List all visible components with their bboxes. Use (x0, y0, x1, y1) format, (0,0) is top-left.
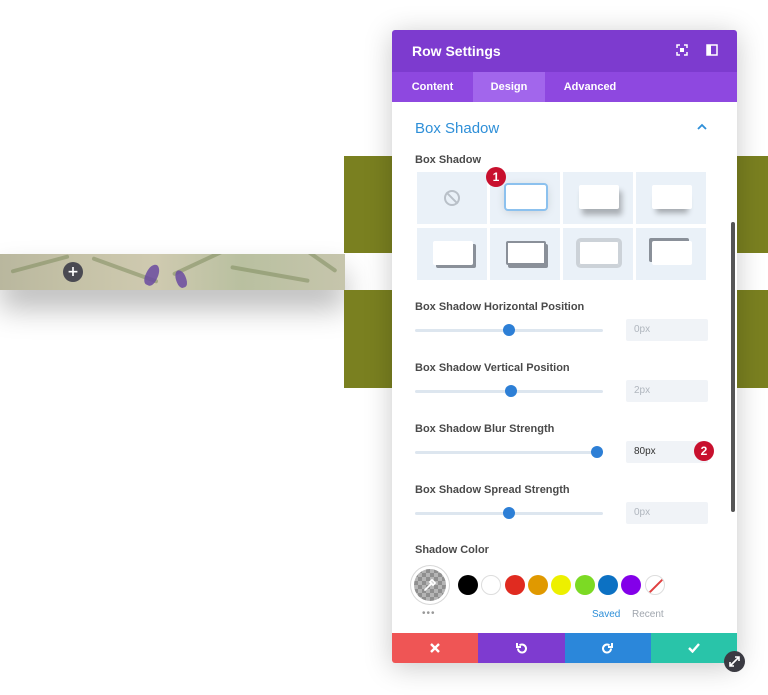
settings-tabs: Content Design Advanced (392, 72, 737, 102)
modal-footer (392, 633, 737, 663)
preset-7[interactable] (636, 228, 706, 280)
none-icon (444, 190, 460, 206)
scrollbar[interactable] (731, 222, 735, 512)
modal-title: Row Settings (412, 43, 501, 59)
recent-colors-tab[interactable]: Recent (632, 609, 664, 620)
color-swatch[interactable] (481, 575, 502, 595)
tab-content[interactable]: Content (392, 72, 473, 102)
preset-5[interactable] (490, 228, 560, 280)
slider-knob[interactable] (591, 446, 604, 458)
olive-block-right-bottom (737, 290, 768, 388)
expand-icon[interactable] (676, 44, 688, 56)
slider-knob[interactable] (503, 324, 515, 336)
slider-label-spread: Box Shadow Spread Strength (415, 484, 570, 496)
slider-knob[interactable] (504, 385, 517, 397)
slider-label-blur: Box Shadow Blur Strength (415, 423, 555, 435)
slider-label-horizontal: Box Shadow Horizontal Position (415, 301, 585, 313)
tab-advanced[interactable]: Advanced (545, 72, 635, 102)
redo-button[interactable] (564, 633, 651, 663)
vertical-value-input[interactable]: 2px (626, 380, 708, 402)
color-swatch[interactable] (574, 575, 595, 595)
background-image-strip (0, 254, 345, 290)
row-settings-modal: Row Settings Content Design Advanced Box… (392, 30, 737, 663)
slider-horizontal[interactable] (415, 324, 603, 336)
slider-blur[interactable] (415, 446, 604, 458)
check-icon (688, 643, 700, 653)
box-shadow-presets (417, 172, 707, 282)
preset-none[interactable] (417, 172, 487, 224)
eyedropper-icon (424, 578, 437, 591)
section-title[interactable]: Box Shadow (415, 120, 499, 137)
cancel-button[interactable] (392, 633, 479, 663)
olive-block-top (344, 156, 392, 253)
modal-header: Row Settings (392, 30, 737, 72)
close-icon (430, 643, 440, 653)
step-badge-1: 1 (486, 167, 506, 187)
slider-spread[interactable] (415, 507, 603, 519)
color-swatch[interactable] (551, 575, 572, 595)
sidebar-icon[interactable] (706, 44, 718, 56)
slider-vertical[interactable] (415, 385, 603, 397)
color-swatch[interactable] (597, 575, 618, 595)
slider-label-vertical: Box Shadow Vertical Position (415, 362, 570, 374)
step-badge-2: 2 (694, 441, 714, 461)
redo-icon (602, 642, 614, 654)
preset-3[interactable] (636, 172, 706, 224)
more-colors-icon[interactable]: ••• (422, 608, 436, 619)
color-swatch[interactable] (527, 575, 548, 595)
resize-handle[interactable] (724, 651, 745, 672)
resize-icon (729, 656, 740, 667)
undo-button[interactable] (478, 633, 565, 663)
color-picker-button[interactable] (414, 569, 446, 601)
color-swatch[interactable] (504, 575, 525, 595)
preset-4[interactable] (417, 228, 487, 280)
olive-block-bottom (344, 290, 392, 388)
preset-2[interactable] (563, 172, 633, 224)
tab-design[interactable]: Design (473, 72, 545, 102)
preset-6[interactable] (563, 228, 633, 280)
shadow-color-label: Shadow Color (415, 544, 489, 556)
slider-knob[interactable] (503, 507, 515, 519)
add-module-button[interactable]: + (63, 262, 83, 282)
spread-value-input[interactable]: 0px (626, 502, 708, 524)
saved-colors-tab[interactable]: Saved (592, 609, 620, 620)
olive-block-right-top (737, 156, 768, 253)
undo-icon (515, 642, 527, 654)
horizontal-value-input[interactable]: 0px (626, 319, 708, 341)
color-swatch[interactable] (621, 575, 642, 595)
chevron-up-icon[interactable] (695, 122, 709, 132)
color-swatch[interactable] (458, 575, 478, 595)
box-shadow-preset-label: Box Shadow (415, 154, 482, 166)
no-color-swatch[interactable] (645, 575, 665, 595)
